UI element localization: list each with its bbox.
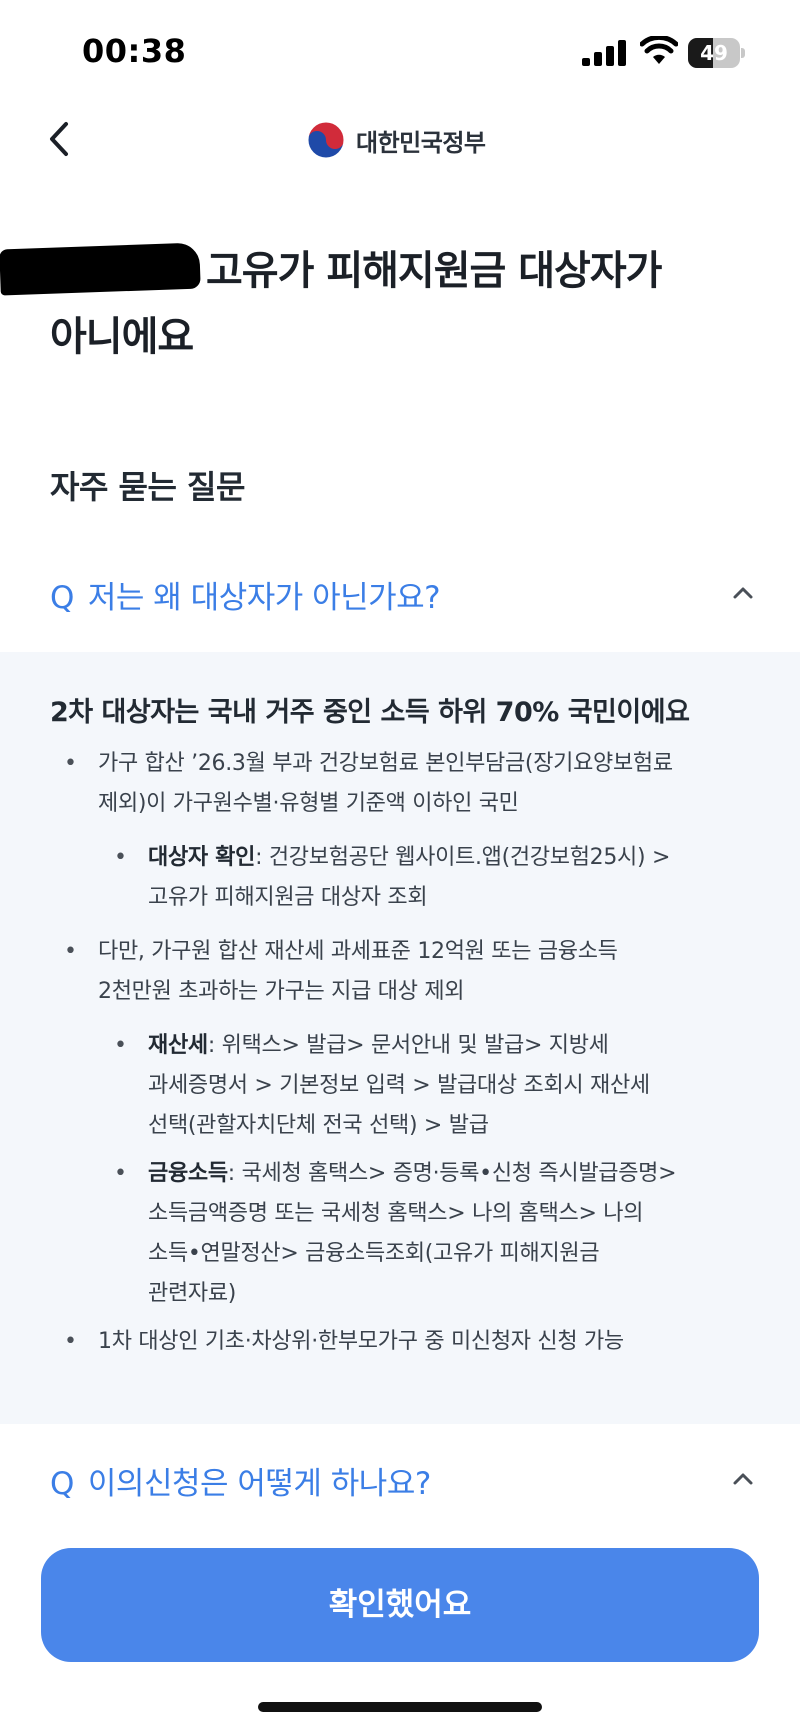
q-prefix: Q xyxy=(50,1466,74,1502)
list-item-text: : 건강보험공단 웹사이트.앱(건강보험25시) > xyxy=(255,845,671,870)
page-title-line-1-text: 고유가 피해지원금 대상자가 xyxy=(206,248,662,294)
list-item: 대상자 확인: 건강보험공단 웹사이트.앱(건강보험25시) > 고유가 피해지… xyxy=(114,838,748,918)
page-title: 고유가 피해지원금 대상자가 아니에요 xyxy=(0,238,770,370)
list-item-line: 재산세: 위택스> 발급> 문서안내 및 발급> 지방세 xyxy=(148,1026,748,1066)
list-item-line: 다만, 가구원 합산 재산세 과세표준 12억원 또는 금융소득 xyxy=(98,939,618,964)
list-item-line: 선택(관할자치단체 전국 선택) > 발급 xyxy=(148,1113,489,1138)
page-title-line-2: 아니에요 xyxy=(50,314,194,360)
list-item: 금융소득: 국세청 홈택스> 증명·등록•신청 즉시발급증명> 소득금액증명 또… xyxy=(114,1154,748,1314)
redaction-mark xyxy=(0,242,201,296)
list-item-line: 소득금액증명 또는 국세청 홈택스> 나의 홈택스> 나의 xyxy=(148,1201,644,1226)
battery-body: 49 xyxy=(688,38,740,68)
signal-icon xyxy=(582,40,626,66)
government-name: 대한민국정부 xyxy=(356,128,486,157)
list-item-line: 과세증명서 > 기본정보 입력 > 발급대상 조회시 재산세 xyxy=(148,1073,650,1098)
list-item: 재산세: 위택스> 발급> 문서안내 및 발급> 지방세 과세증명서 > 기본정… xyxy=(114,1026,748,1146)
chevron-up-icon[interactable] xyxy=(728,1464,758,1494)
bold-term: 재산세 xyxy=(148,1033,208,1058)
list-item-text: : 위택스> 발급> 문서안내 및 발급> 지방세 xyxy=(207,1033,609,1058)
list-item-line: 1차 대상인 기초·차상위·한부모가구 중 미신청자 신청 가능 xyxy=(98,1329,624,1354)
bold-term: 금융소득 xyxy=(148,1161,228,1186)
list-item-line: 금융소득: 국세청 홈택스> 증명·등록•신청 즉시발급증명> xyxy=(148,1154,748,1194)
bold-term: 대상자 확인 xyxy=(148,845,256,870)
back-chevron-left-icon[interactable] xyxy=(36,114,86,164)
battery-tip xyxy=(741,48,745,58)
status-bar: 00:38 49 xyxy=(0,0,800,100)
list-item-line: 가구 합산 ’26.3월 부과 건강보험료 본인부담금(장기요양보험료 xyxy=(98,751,673,776)
question-label: 이의신청은 어떻게 하나요? xyxy=(87,1466,431,1502)
list-item-line: 관련자료) xyxy=(148,1281,237,1306)
government-logo: 대한민국정부 xyxy=(306,118,486,162)
list-item: 가구 합산 ’26.3월 부과 건강보험료 본인부담금(장기요양보험료 제외)이… xyxy=(64,744,758,824)
nav-bar: 대한민국정부 xyxy=(0,100,800,180)
faq-answer-panel: 2차 대상자는 국내 거주 중인 소득 하위 70% 국민이에요 가구 합산 ’… xyxy=(0,652,800,1424)
faq-section-title: 자주 묻는 질문 xyxy=(50,468,245,506)
faq-question-2-text: Q 이의신청은 어떻게 하나요? xyxy=(50,1458,431,1503)
list-item-line: 고유가 피해지원금 대상자 조회 xyxy=(148,885,428,910)
status-time: 00:38 xyxy=(82,32,187,70)
question-label: 저는 왜 대상자가 아닌가요? xyxy=(87,580,441,616)
list-item: 다만, 가구원 합산 재산세 과세표준 12억원 또는 금융소득 2천만원 초과… xyxy=(64,932,758,1012)
list-item-text: : 국세청 홈택스> 증명·등록•신청 즉시발급증명> xyxy=(227,1161,677,1186)
list-item-line: 소득•연말정산> 금융소득조회(고유가 피해지원금 xyxy=(148,1241,600,1266)
list-item-line: 대상자 확인: 건강보험공단 웹사이트.앱(건강보험25시) > xyxy=(148,838,748,878)
page-title-line-1: 고유가 피해지원금 대상자가 xyxy=(0,238,770,304)
list-item-line: 제외)이 가구원수별·유형별 기준액 이하인 국민 xyxy=(98,791,519,816)
confirm-button[interactable]: 확인했어요 xyxy=(41,1548,759,1662)
battery-icon: 49 xyxy=(688,38,746,68)
home-indicator[interactable] xyxy=(258,1702,542,1712)
list-item-line: 2천만원 초과하는 가구는 지급 대상 제외 xyxy=(98,979,465,1004)
taegeuk-emblem-icon xyxy=(307,121,345,159)
faq-question-1[interactable]: Q 저는 왜 대상자가 아닌가요? xyxy=(0,560,800,630)
list-item: 1차 대상인 기초·차상위·한부모가구 중 미신청자 신청 가능 xyxy=(64,1322,758,1362)
battery-percentage: 49 xyxy=(700,41,728,65)
chevron-up-icon[interactable] xyxy=(728,578,758,608)
faq-question-1-text: Q 저는 왜 대상자가 아닌가요? xyxy=(50,572,441,617)
answer-title: 2차 대상자는 국내 거주 중인 소득 하위 70% 국민이에요 xyxy=(50,697,690,728)
q-prefix: Q xyxy=(50,580,74,616)
faq-question-2[interactable]: Q 이의신청은 어떻게 하나요? xyxy=(0,1446,800,1516)
wifi-icon xyxy=(640,36,678,64)
